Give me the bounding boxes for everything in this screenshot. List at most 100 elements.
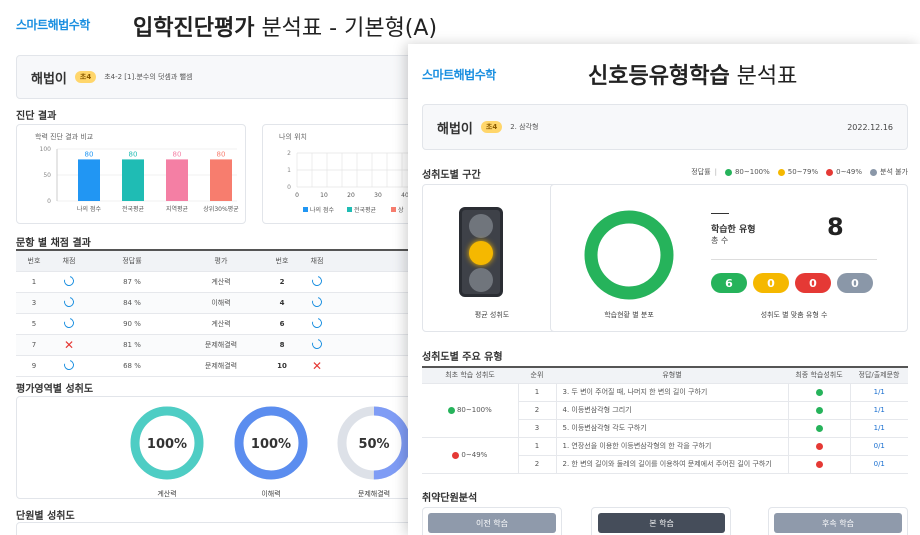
student-name: 해법이 bbox=[31, 71, 67, 87]
table-row: 0~49% 1 1. 연장선을 이용한 이등변삼각형의 한 각을 구하기 0/1 bbox=[422, 437, 908, 474]
check-circle-icon bbox=[777, 168, 785, 176]
eval-area: 문제해결력 bbox=[178, 355, 264, 377]
y-tick-label: 0 bbox=[287, 184, 291, 191]
brand-logo: 스마트해법수학 bbox=[422, 68, 496, 82]
status-dot-icon bbox=[815, 460, 823, 468]
item-number: 2 bbox=[264, 271, 300, 293]
counts-label: 성취도 별 맞춤 유형 수 bbox=[760, 311, 828, 319]
correct-rate: 84 % bbox=[86, 292, 178, 314]
status-dot-icon bbox=[815, 388, 823, 396]
student-name: 해법이 bbox=[437, 121, 473, 137]
correct-mark-icon bbox=[62, 294, 76, 309]
area-ring: 100% 이해력 bbox=[226, 403, 316, 498]
question-count: 1 bbox=[880, 442, 885, 450]
bar bbox=[122, 159, 144, 201]
main-types-title: 성취도별 주요 유형 bbox=[422, 352, 503, 363]
correct-rate: 90 % bbox=[86, 313, 178, 335]
answer-ratio[interactable]: 1/1 bbox=[850, 419, 908, 438]
rank: 2 bbox=[518, 455, 557, 474]
bar bbox=[166, 159, 188, 201]
current-learning-button[interactable]: 본 학습 bbox=[598, 513, 725, 533]
answer-ratio[interactable]: 0/1 bbox=[850, 455, 908, 474]
light-off-icon bbox=[469, 214, 493, 238]
bar-value-label: 80 bbox=[85, 150, 94, 158]
final-achievement bbox=[788, 455, 851, 474]
legend-item: 50~79% bbox=[777, 167, 818, 177]
legend-item: 0~49% bbox=[826, 167, 862, 177]
answer-count: 1 bbox=[873, 406, 879, 414]
legend-label: 전국평균 bbox=[354, 206, 377, 214]
item-number: 5 bbox=[16, 313, 52, 335]
correct-mark-icon bbox=[310, 315, 324, 330]
next-learning-button[interactable]: 후속 학습 bbox=[774, 513, 902, 533]
area-ring: 100% 계산력 bbox=[122, 403, 212, 498]
x-tick-label: 30 bbox=[374, 192, 382, 199]
legend-label: 나의 점수 bbox=[310, 206, 334, 214]
initial-achievement: 0~49% bbox=[461, 451, 488, 459]
correct-mark-icon bbox=[62, 273, 76, 288]
types-table: 최초 학습 성취도 순위 유형별 최종 학습성취도 정답/출제문항 80~100… bbox=[422, 366, 908, 474]
light-off-icon bbox=[469, 268, 493, 292]
correct-rate: 87 % bbox=[86, 271, 178, 293]
answer-count: 1 bbox=[873, 388, 879, 396]
ring-value: 100% bbox=[147, 437, 187, 452]
grade-badge: 초4 bbox=[74, 71, 97, 83]
page-title: 신호등유형학습 분석표 bbox=[588, 58, 797, 90]
achievement-section-title: 성취도별 구간 bbox=[422, 170, 481, 181]
item-number: 4 bbox=[264, 292, 300, 314]
check-circle-icon bbox=[724, 168, 732, 176]
grading-cell bbox=[300, 313, 334, 335]
grading-cell: ✕ bbox=[300, 355, 334, 377]
item-number: 3 bbox=[16, 292, 52, 314]
check-circle-icon bbox=[826, 168, 834, 176]
ring-label: 이해력 bbox=[261, 490, 281, 498]
bar bbox=[210, 159, 232, 201]
initial-achievement: 80~100% bbox=[456, 406, 492, 414]
prev-learning-button[interactable]: 이전 학습 bbox=[428, 513, 556, 533]
unit-section-title: 단원별 성취도 bbox=[16, 511, 75, 522]
final-achievement bbox=[788, 437, 851, 456]
legend-swatch bbox=[391, 207, 396, 212]
y-tick-label: 1 bbox=[287, 167, 291, 174]
legend-item: 80~100% bbox=[724, 167, 770, 177]
correct-rate: 68 % bbox=[86, 355, 178, 377]
status-dot-icon bbox=[815, 406, 823, 414]
type-name: 5. 이등변삼각형 각도 구하기 bbox=[556, 419, 789, 438]
answer-ratio[interactable]: 1/1 bbox=[850, 401, 908, 420]
answer-ratio[interactable]: 1/1 bbox=[850, 383, 908, 402]
status-dot-icon bbox=[452, 451, 460, 459]
rank: 1 bbox=[518, 383, 557, 402]
y-tick-label: 100 bbox=[40, 146, 52, 153]
bar-value-label: 80 bbox=[217, 150, 226, 158]
col-header: 정답률 bbox=[86, 250, 178, 272]
diag-section-title: 진단 결과 bbox=[16, 111, 57, 122]
type-name: 2. 한 변의 길이와 둘레의 길이를 이용하여 문제에서 주어진 길이 구하기 bbox=[556, 455, 789, 474]
unit-label: 초4-2 [1].분수의 덧셈과 뺄셈 bbox=[104, 73, 193, 81]
grading-cell: ✕ bbox=[52, 334, 86, 356]
correct-mark-icon bbox=[62, 357, 76, 372]
answer-ratio[interactable]: 0/1 bbox=[850, 437, 908, 456]
learned-types-label: 학습한 유형 bbox=[711, 225, 756, 235]
col-header: 최초 학습 성취도 bbox=[422, 367, 518, 384]
initial-achievement-cell: 0~49% bbox=[422, 437, 519, 474]
comparison-bar-chart: 100 50 0 80 나의 점수 80 전국평균 80 지역평균 80 상위30%평균 bbox=[40, 146, 240, 213]
light-label: 평균 성취도 bbox=[474, 311, 510, 319]
legend-item: 분석 불가 bbox=[870, 167, 908, 177]
final-achievement bbox=[788, 401, 851, 420]
area-ring: 50% 문제해결력 bbox=[329, 403, 419, 498]
correct-mark-icon bbox=[310, 336, 324, 351]
traffic-light-icon bbox=[459, 207, 503, 297]
y-tick-label: 50 bbox=[43, 172, 51, 179]
col-header: 번호 bbox=[16, 250, 52, 272]
x-tick-label: 10 bbox=[320, 192, 328, 199]
traffic-light-card: 평균 성취도 bbox=[422, 184, 562, 332]
bar-value-label: 80 bbox=[129, 150, 138, 158]
grading-cell bbox=[52, 313, 86, 335]
x-tick-label: 0 bbox=[295, 192, 299, 199]
legend-label: 상 bbox=[398, 206, 404, 214]
final-achievement bbox=[788, 383, 851, 402]
report-date: 2022.12.16 bbox=[847, 122, 893, 132]
eval-area: 계산력 bbox=[178, 313, 264, 335]
grading-cell bbox=[52, 355, 86, 377]
status-dot-icon bbox=[815, 424, 823, 432]
